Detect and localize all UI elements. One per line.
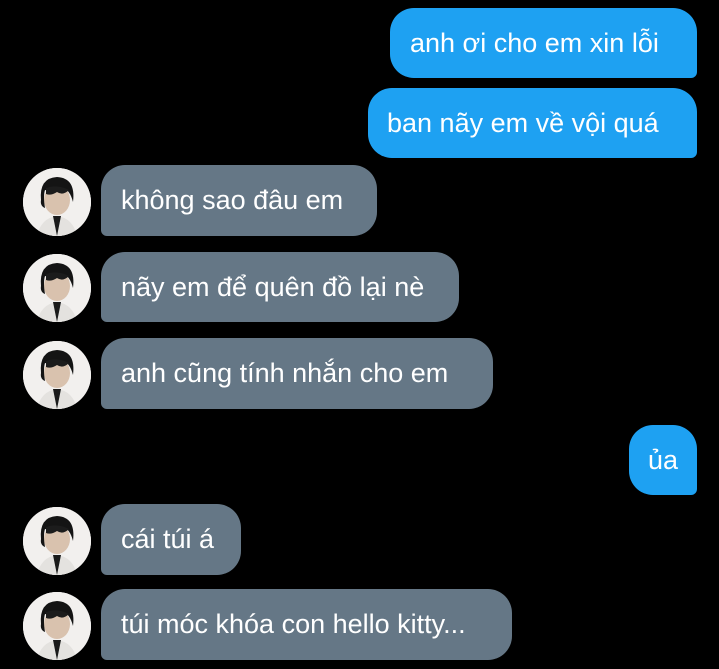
message-text: không sao đâu em xyxy=(121,185,344,215)
avatar-image xyxy=(23,592,91,660)
avatar-image xyxy=(23,168,91,236)
message-text: cái túi á xyxy=(121,524,215,554)
outgoing-message-bubble[interactable]: anh ơi cho em xin lỗi xyxy=(390,8,697,78)
avatar-image xyxy=(23,254,91,322)
message-text: anh cũng tính nhắn cho em xyxy=(121,358,449,388)
outgoing-message-bubble[interactable]: ủa xyxy=(629,425,697,495)
contact-avatar[interactable] xyxy=(23,254,91,322)
chat-thread: anh ơi cho em xin lỗi ban nãy em về vội … xyxy=(0,0,719,669)
message-text: túi móc khóa con hello kitty... xyxy=(121,609,466,639)
avatar-image xyxy=(23,341,91,409)
incoming-message-bubble[interactable]: cái túi á xyxy=(101,504,241,575)
message-text: anh ơi cho em xin lỗi xyxy=(410,27,659,58)
contact-avatar[interactable] xyxy=(23,592,91,660)
message-text: nãy em để quên đồ lại nè xyxy=(121,271,425,302)
incoming-message-bubble[interactable]: túi móc khóa con hello kitty... xyxy=(101,589,512,660)
message-text: ban nãy em về vội quá xyxy=(387,107,659,138)
message-text: ủa xyxy=(648,444,679,475)
incoming-message-bubble[interactable]: nãy em để quên đồ lại nè xyxy=(101,252,459,322)
contact-avatar[interactable] xyxy=(23,341,91,409)
contact-avatar[interactable] xyxy=(23,168,91,236)
incoming-message-bubble[interactable]: không sao đâu em xyxy=(101,165,377,236)
outgoing-message-bubble[interactable]: ban nãy em về vội quá xyxy=(368,88,697,158)
avatar-image xyxy=(23,507,91,575)
incoming-message-bubble[interactable]: anh cũng tính nhắn cho em xyxy=(101,338,493,409)
contact-avatar[interactable] xyxy=(23,507,91,575)
